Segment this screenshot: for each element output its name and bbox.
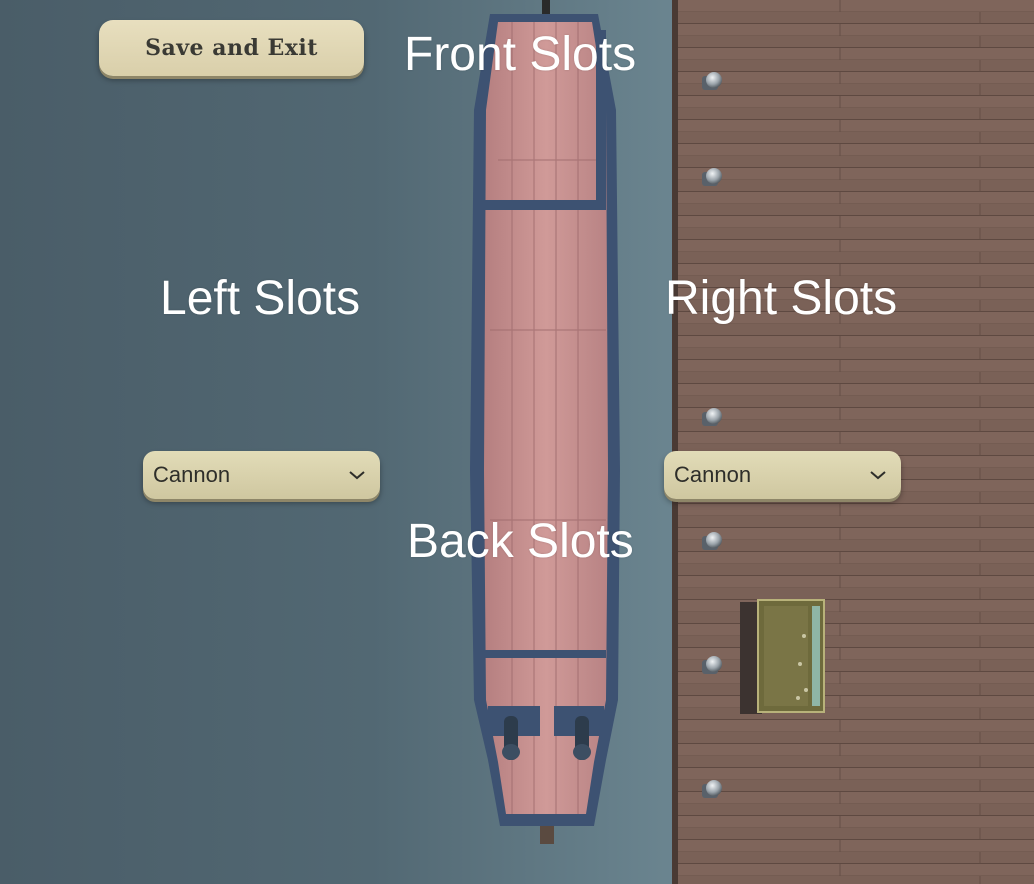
back-slots-label: Back Slots [407, 515, 634, 568]
ship [470, 0, 620, 844]
chevron-down-icon [870, 471, 886, 480]
left-slots-label: Left Slots [160, 272, 361, 325]
save-and-exit-button[interactable]: Save and Exit [99, 20, 364, 76]
front-slots-label: Front Slots [404, 28, 637, 81]
left-slot-dropdown-value: Cannon [153, 462, 231, 487]
dock [672, 0, 1034, 884]
cannon-right [573, 716, 591, 760]
chevron-down-icon [349, 471, 365, 480]
left-slot-dropdown[interactable]: Cannon [143, 451, 380, 499]
game-scene [0, 0, 1034, 884]
cannon-left [502, 716, 520, 760]
right-slot-dropdown[interactable]: Cannon [664, 451, 901, 499]
right-slots-label: Right Slots [665, 272, 898, 325]
dock-crate [740, 599, 825, 714]
right-slot-dropdown-value: Cannon [674, 462, 752, 487]
